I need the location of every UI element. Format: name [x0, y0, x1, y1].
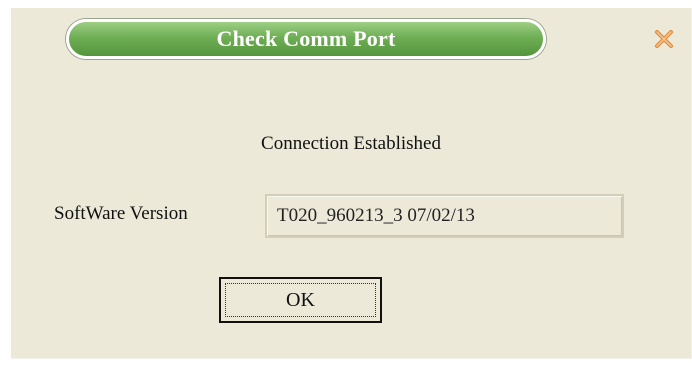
check-comm-port-dialog: Check Comm Port Connection Established S…: [11, 8, 692, 359]
software-version-label: SoftWare Version: [54, 203, 188, 224]
close-icon[interactable]: [653, 28, 675, 50]
connection-status-text: Connection Established: [261, 133, 441, 154]
ok-button[interactable]: OK: [219, 277, 382, 323]
dialog-title: Check Comm Port: [66, 19, 546, 59]
ok-button-label: OK: [225, 283, 376, 317]
software-version-field: T020_960213_3 07/02/13: [265, 194, 624, 238]
